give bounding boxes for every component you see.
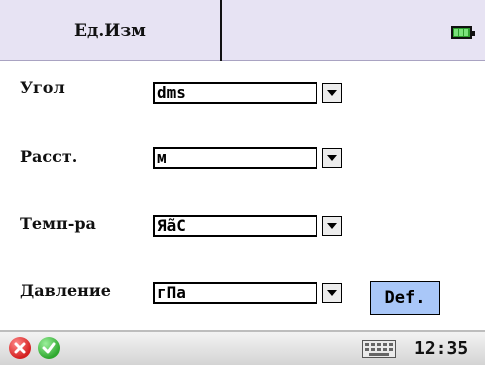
triangle-down-icon <box>327 155 337 161</box>
battery-cell <box>454 29 458 36</box>
header-divider <box>220 0 222 61</box>
cancel-icon[interactable] <box>9 337 31 359</box>
clock: 12:35 <box>414 338 469 359</box>
default-button[interactable]: Def. <box>370 281 440 315</box>
angle-unit-select[interactable]: dms <box>153 82 317 104</box>
battery-nub <box>472 31 475 36</box>
keyboard-icon[interactable] <box>362 340 396 358</box>
temperature-dropdown-button[interactable] <box>322 216 342 236</box>
battery-cell <box>464 29 468 36</box>
distance-label: Расст. <box>20 147 78 166</box>
angle-dropdown-button[interactable] <box>322 83 342 103</box>
triangle-down-icon <box>327 90 337 96</box>
tab-units[interactable]: Ед.Изм <box>0 0 220 61</box>
pressure-dropdown-button[interactable] <box>322 283 342 303</box>
pressure-unit-select[interactable]: гПа <box>153 282 317 304</box>
temperature-label: Темп-ра <box>20 214 96 233</box>
triangle-down-icon <box>327 290 337 296</box>
pressure-label: Давление <box>20 281 111 300</box>
triangle-down-icon <box>327 223 337 229</box>
title-bar: Ед.Изм <box>0 0 485 61</box>
distance-unit-select[interactable]: м <box>153 147 317 169</box>
battery-cell <box>459 29 463 36</box>
angle-label: Угол <box>20 78 65 97</box>
battery-full-icon <box>451 26 475 39</box>
temperature-unit-select[interactable]: ЯãС <box>153 215 317 237</box>
ok-icon[interactable] <box>38 337 60 359</box>
taskbar <box>0 330 485 365</box>
distance-dropdown-button[interactable] <box>322 148 342 168</box>
